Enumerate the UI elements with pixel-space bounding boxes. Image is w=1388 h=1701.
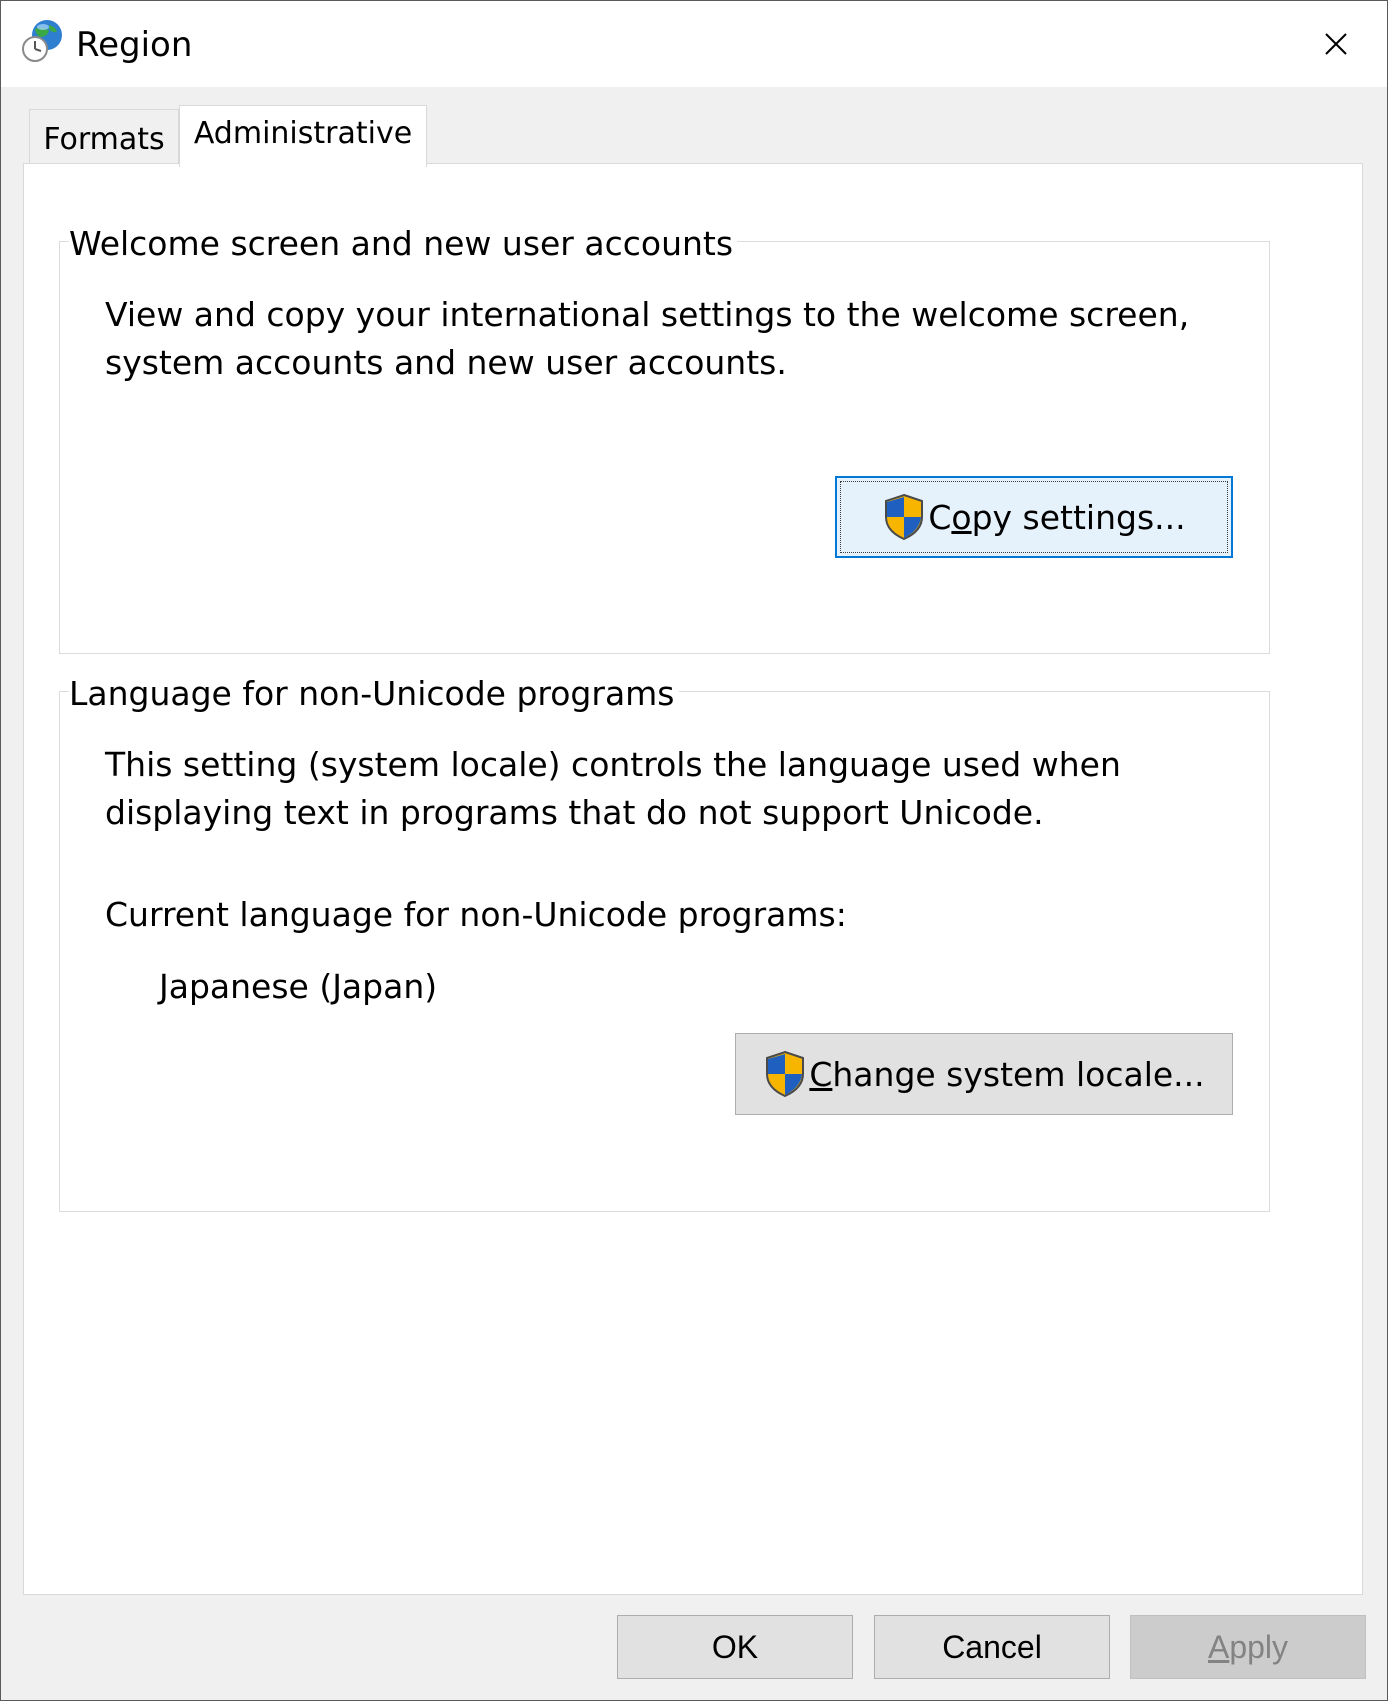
change-system-locale-label: Change system locale...	[809, 1054, 1205, 1094]
current-language-label: Current language for non-Unicode program…	[105, 895, 847, 934]
title-bar: Region	[1, 1, 1387, 87]
copy-settings-button[interactable]: Copy settings...	[835, 476, 1233, 558]
uac-shield-icon	[885, 493, 924, 541]
change-system-locale-button[interactable]: Change system locale...	[735, 1033, 1233, 1115]
region-dialog: Region Formats Administrative Welcome sc…	[0, 0, 1388, 1701]
welcome-screen-group-title: Welcome screen and new user accounts	[69, 223, 738, 265]
welcome-screen-description: View and copy your international setting…	[105, 295, 1190, 382]
close-icon	[1325, 33, 1347, 55]
apply-label: Apply	[1207, 1628, 1289, 1665]
window-title: Region	[76, 25, 193, 65]
current-language-value: Japanese (Japan)	[159, 967, 438, 1006]
cancel-button[interactable]: Cancel	[874, 1615, 1110, 1679]
non-unicode-group-title: Language for non-Unicode programs	[69, 673, 679, 715]
tab-formats[interactable]: Formats	[29, 109, 179, 165]
copy-settings-label: Copy settings...	[928, 497, 1186, 537]
tab-administrative[interactable]: Administrative	[179, 105, 427, 167]
close-button[interactable]	[1301, 9, 1371, 79]
ok-button[interactable]: OK	[617, 1615, 853, 1679]
apply-button[interactable]: Apply	[1130, 1615, 1366, 1679]
system-locale-description: This setting (system locale) controls th…	[105, 745, 1121, 832]
uac-shield-icon	[766, 1050, 805, 1098]
globe-clock-icon	[22, 20, 62, 62]
